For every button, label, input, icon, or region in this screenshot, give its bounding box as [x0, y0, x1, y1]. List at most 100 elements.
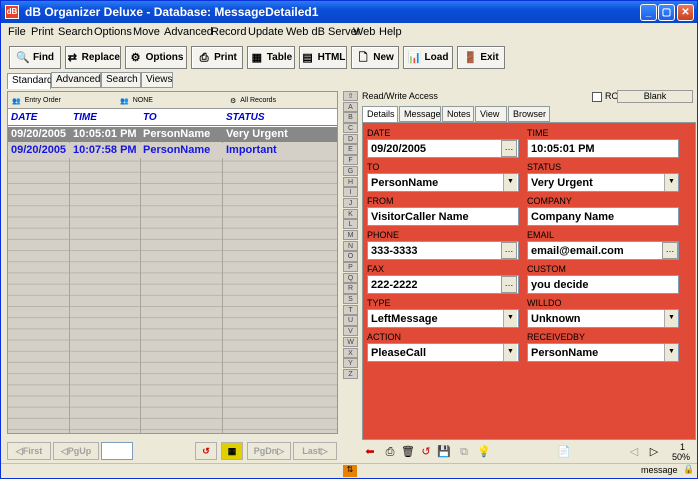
menu-search[interactable]: Search	[58, 26, 93, 38]
lightbulb-icon[interactable]: 💡	[476, 444, 492, 460]
color-grid-icon[interactable]: ▦	[221, 442, 243, 460]
menu-record[interactable]: Record	[211, 26, 246, 38]
phone-field[interactable]: 333-3333	[367, 241, 519, 260]
alpha-index-o[interactable]: O	[343, 251, 358, 262]
alpha-index-e[interactable]: E	[343, 144, 358, 155]
alpha-index-x[interactable]: X	[343, 347, 358, 358]
tab-browser[interactable]: Browser	[508, 106, 550, 122]
col-date[interactable]: DATE	[11, 112, 37, 123]
menu-move[interactable]: Move	[133, 26, 160, 38]
menu-advanced[interactable]: Advanced	[164, 26, 213, 38]
to-select[interactable]: PersonName	[367, 173, 519, 192]
col-status[interactable]: STATUS	[226, 112, 265, 123]
tab-advanced[interactable]: Advanced	[51, 72, 101, 88]
chevron-down-icon[interactable]: ▼	[503, 174, 517, 191]
receivedby-select[interactable]: PersonName	[527, 343, 679, 362]
action-select[interactable]: PleaseCall	[367, 343, 519, 362]
tab-standard[interactable]: Standard	[7, 73, 53, 89]
document-icon[interactable]: 📄	[556, 444, 572, 460]
pgup-button[interactable]: ◁ PgUp	[53, 442, 99, 460]
alpha-index-h[interactable]: H	[343, 176, 358, 187]
alpha-index-w[interactable]: W	[343, 336, 358, 347]
print-button[interactable]: ⎙ Print	[191, 46, 243, 69]
email-field[interactable]: email@email.com	[527, 241, 679, 260]
alpha-index-i[interactable]: I	[343, 187, 358, 198]
copy-icon[interactable]: ⧉	[456, 444, 472, 460]
menu-print[interactable]: Print	[31, 26, 54, 38]
html-button[interactable]: ▤ HTML	[299, 46, 347, 69]
record-number-input[interactable]	[101, 442, 133, 460]
blank-button[interactable]: Blank	[617, 90, 693, 103]
menu-options[interactable]: Options	[94, 26, 132, 38]
menu-web[interactable]: Web	[353, 26, 375, 38]
entry-order-button[interactable]: 👥 Entry Order	[12, 93, 61, 108]
trash-icon[interactable]: 🗑	[400, 444, 416, 460]
chevron-down-icon[interactable]: ▼	[503, 310, 517, 327]
alpha-index-u[interactable]: U	[343, 315, 358, 326]
table-row[interactable]: 09/20/2005 10:07:58 PM PersonName Import…	[8, 143, 337, 158]
first-button[interactable]: ◁ First	[7, 442, 51, 460]
col-time[interactable]: TIME	[73, 112, 97, 123]
fax-field[interactable]: 222-2222	[367, 275, 519, 294]
printer-icon[interactable]: ⎙	[382, 444, 398, 460]
save-icon[interactable]: 💾	[436, 444, 452, 460]
all-records-button[interactable]: ⚙ All Records	[230, 93, 276, 108]
menu-file[interactable]: File	[8, 26, 26, 38]
back-arrow-icon[interactable]: ⬅	[362, 444, 378, 460]
alpha-index-l[interactable]: L	[343, 219, 358, 230]
alpha-index-j[interactable]: J	[343, 197, 358, 209]
close-button[interactable]: ✕	[677, 4, 694, 21]
time-field[interactable]: 10:05:01 PM	[527, 139, 679, 158]
chevron-down-icon[interactable]: ▼	[664, 344, 678, 361]
menu-web-db-server[interactable]: Web dB Server	[286, 26, 360, 38]
chevron-down-icon[interactable]: ▼	[503, 344, 517, 361]
maximize-button[interactable]: ▢	[658, 4, 675, 21]
willdo-select[interactable]: Unknown	[527, 309, 679, 328]
tab-details[interactable]: Details	[362, 106, 398, 123]
right-arrow-icon[interactable]: ▷	[646, 444, 662, 460]
alpha-index-q[interactable]: Q	[343, 272, 358, 283]
date-picker-button[interactable]: …	[501, 140, 517, 157]
sort-none-button[interactable]: 👥 NONE	[120, 93, 153, 108]
company-field[interactable]: Company Name	[527, 207, 679, 226]
tab-message[interactable]: Message	[399, 106, 441, 122]
alpha-index-d[interactable]: D	[343, 133, 358, 144]
alpha-index-f[interactable]: F	[343, 155, 358, 166]
from-field[interactable]: VisitorCaller Name	[367, 207, 519, 226]
alpha-index-g[interactable]: G	[343, 165, 358, 176]
alpha-index-s[interactable]: S	[343, 294, 358, 305]
alpha-index-m[interactable]: M	[343, 229, 358, 241]
phone-button[interactable]: …	[501, 242, 517, 259]
alpha-index-y[interactable]: Y	[343, 358, 358, 369]
load-button[interactable]: 📊 Load	[403, 46, 453, 69]
alpha-index-c[interactable]: C	[343, 123, 358, 134]
tab-notes[interactable]: Notes	[442, 106, 474, 122]
alpha-index-z[interactable]: Z	[343, 368, 358, 380]
alpha-index-t[interactable]: T	[343, 304, 358, 315]
last-button[interactable]: Last ▷	[293, 442, 337, 460]
new-button[interactable]: 🗋 New	[351, 46, 399, 69]
fax-button[interactable]: …	[501, 276, 517, 293]
left-arrow-icon[interactable]: ◁	[626, 444, 642, 460]
custom-field[interactable]: you decide	[527, 275, 679, 294]
chevron-down-icon[interactable]: ▼	[664, 174, 678, 191]
table-button[interactable]: ▦ Table	[247, 46, 295, 69]
scroll-up-icon[interactable]: ⇧	[343, 91, 358, 102]
table-row[interactable]: 09/20/2005 10:05:01 PM PersonName Very U…	[8, 127, 337, 142]
alpha-index-r[interactable]: R	[343, 283, 358, 294]
find-button[interactable]: 🔍 Find	[9, 46, 61, 69]
alpha-index-n[interactable]: N	[343, 240, 358, 251]
status-select[interactable]: Very Urgent	[527, 173, 679, 192]
menu-help[interactable]: Help	[379, 26, 402, 38]
pgdn-button[interactable]: PgDn ▷	[247, 442, 291, 460]
undo-icon[interactable]: ↺	[418, 444, 434, 460]
alpha-index-b[interactable]: B	[343, 112, 358, 123]
alpha-index-a[interactable]: A	[343, 101, 358, 112]
minimize-button[interactable]: _	[640, 4, 657, 21]
replace-button[interactable]: ⇄ Replace	[65, 46, 121, 69]
date-field[interactable]: 09/20/2005	[367, 139, 519, 158]
tab-view[interactable]: View	[475, 106, 507, 122]
alpha-index-k[interactable]: K	[343, 208, 358, 219]
exit-button[interactable]: 🚪 Exit	[457, 46, 505, 69]
tab-views[interactable]: Views	[141, 72, 173, 88]
